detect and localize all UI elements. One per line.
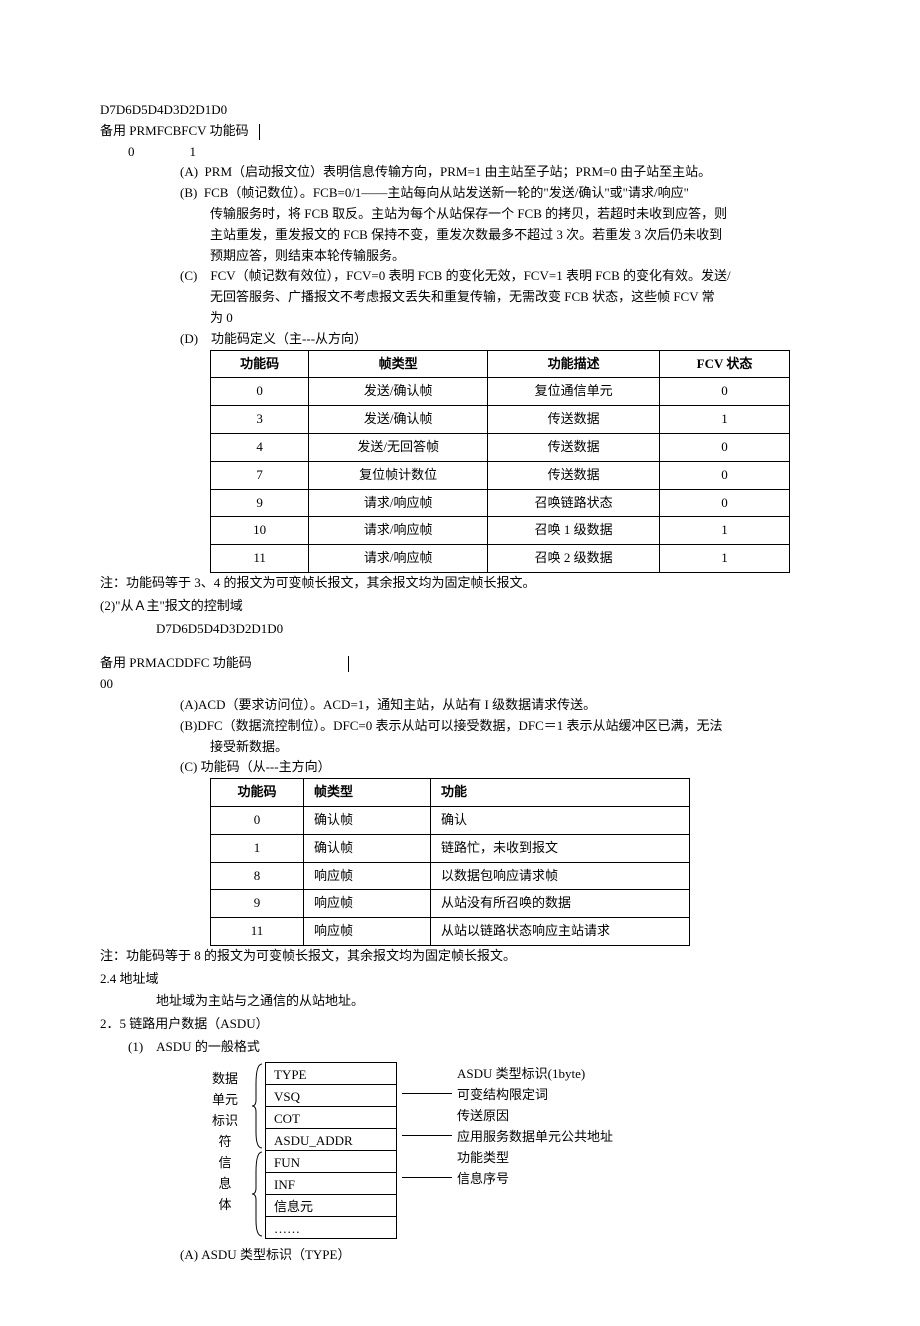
item-C-cont2: 为 0	[100, 308, 820, 329]
item-A: (A) PRM（启动报文位）表明信息传输方向，PRM=1 由主站至子站；PRM=…	[100, 162, 820, 183]
zero-row: 00	[100, 674, 820, 695]
section-24-text: 地址域为主站与之通信的从站地址。	[100, 991, 820, 1012]
table-row: 8响应帧以数据包响应请求帧	[211, 862, 690, 890]
item-B-cont1: 传输服务时，将 FCB 取反。主站为每个从站保存一个 FCB 的拷贝，若超时未收…	[100, 204, 820, 225]
asdu-group-labels: 数据 单元 标识 符 信 息 体	[200, 1062, 250, 1215]
item-C-cont1: 无回答服务、广播报文不考虑报文丢失和重复传输，无需改变 FCB 状态，这些帧 F…	[100, 287, 820, 308]
item-B2-cont: 接受新数据。	[100, 737, 820, 758]
item-asdu-A: (A) ASDU 类型标识（TYPE）	[100, 1245, 820, 1266]
table-row: 11响应帧从站以链路状态响应主站请求	[211, 918, 690, 946]
section-25-1: (1) ASDU 的一般格式	[100, 1037, 820, 1058]
asdu-diagram: 数据 单元 标识 符 信 息 体 TYPE VSQ COT ASDU_ADDR …	[200, 1062, 820, 1239]
table-row: 9请求/响应帧召唤链路状态0	[211, 489, 790, 517]
bits-header: D7D6D5D4D3D2D1D0	[100, 100, 820, 121]
item-B-cont2: 主站重发，重发报文的 FCB 保持不变，重发次数最多不超过 3 次。若重发 3 …	[100, 225, 820, 246]
asdu-fields: TYPE VSQ COT ASDU_ADDR FUN INF 信息元 ……	[265, 1062, 397, 1239]
table-row: 0发送/确认帧复位通信单元0	[211, 378, 790, 406]
values-row: 01	[100, 142, 820, 163]
table-header: 功能码帧类型功能	[211, 779, 690, 807]
note-1: 注：功能码等于 3、4 的报文为可变帧长报文，其余报文均为固定帧长报文。	[100, 573, 820, 594]
table-header: 功能码帧类型功能描述FCV 状态	[211, 350, 790, 378]
item-B: (B) FCB（帧记数位）。FCB=0/1——主站每向从站发送新一轮的"发送/确…	[100, 183, 820, 204]
fields-header: 备用 PRMFCBFCV 功能码	[100, 121, 820, 142]
item-B-cont3: 预期应答，则结束本轮传输服务。	[100, 246, 820, 267]
note-2: 注：功能码等于 8 的报文为可变帧长报文，其余报文均为固定帧长报文。	[100, 946, 820, 967]
item-D: (D) 功能码定义（主---从方向）	[100, 329, 820, 350]
table-main-to-sub: 功能码帧类型功能描述FCV 状态 0发送/确认帧复位通信单元0 3发送/确认帧传…	[210, 350, 790, 573]
item-B2: (B)DFC（数据流控制位）。DFC=0 表示从站可以接受数据，DFC＝1 表示…	[100, 716, 820, 737]
asdu-descriptions: ASDU 类型标识(1byte) 可变结构限定词 传送原因 应用服务数据单元公共…	[457, 1062, 613, 1188]
fields-header-2: 备用 PRMACDDFC 功能码	[100, 653, 820, 674]
table-row: 1确认帧链路忙，未收到报文	[211, 834, 690, 862]
table-sub-to-main: 功能码帧类型功能 0确认帧确认 1确认帧链路忙，未收到报文 8响应帧以数据包响应…	[210, 778, 690, 946]
table-row: 9响应帧从站没有所召唤的数据	[211, 890, 690, 918]
table-row: 3发送/确认帧传送数据1	[211, 406, 790, 434]
item-A2: (A)ACD（要求访问位）。ACD=1，通知主站，从站有 I 级数据请求传送。	[100, 695, 820, 716]
brace-icon	[250, 1062, 265, 1238]
item-C2: (C) 功能码（从---主方向）	[100, 757, 820, 778]
section-24: 2.4 地址域	[100, 969, 820, 990]
item-C: (C) FCV（帧记数有效位），FCV=0 表明 FCB 的变化无效，FCV=1…	[100, 266, 820, 287]
table-row: 4发送/无回答帧传送数据0	[211, 433, 790, 461]
section-2: (2)"从Ａ主"报文的控制域	[100, 596, 820, 617]
table-row: 11请求/响应帧召唤 2 级数据1	[211, 545, 790, 573]
bits-header-2: D7D6D5D4D3D2D1D0	[100, 619, 820, 640]
table-row: 0确认帧确认	[211, 806, 690, 834]
section-25: 2．5 链路用户数据（ASDU）	[100, 1014, 820, 1035]
table-row: 7复位帧计数位传送数据0	[211, 461, 790, 489]
table-row: 10请求/响应帧召唤 1 级数据1	[211, 517, 790, 545]
